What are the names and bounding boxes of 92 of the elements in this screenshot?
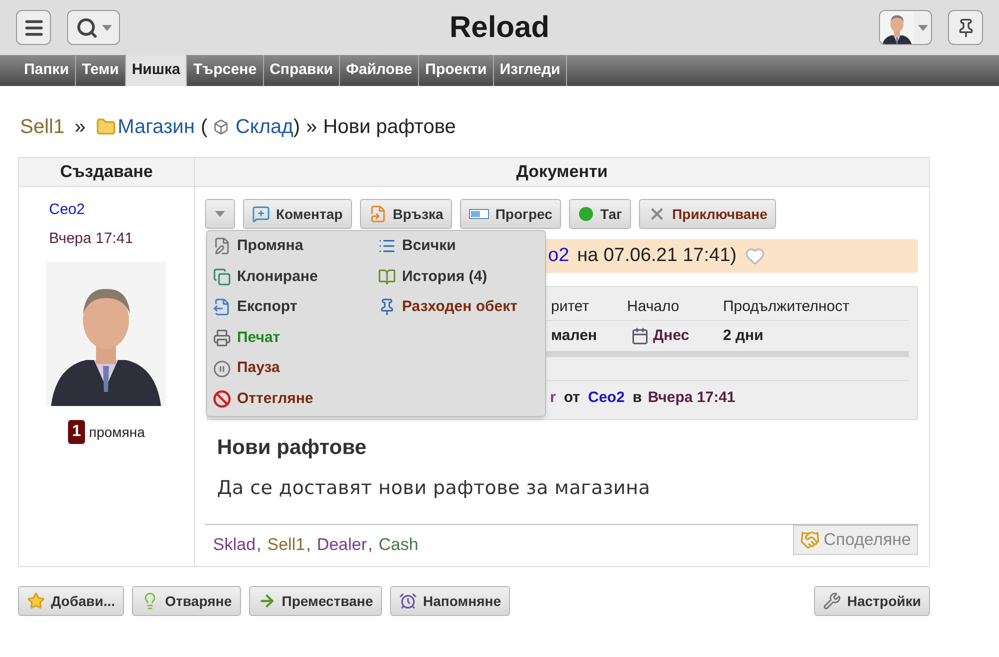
- app-title: Reload: [448, 10, 551, 46]
- folder-icon: [96, 117, 116, 137]
- book-icon: [378, 268, 396, 286]
- menu-item[interactable]: Промяна: [207, 231, 372, 262]
- column-header: Документи: [195, 158, 929, 187]
- tag-separator: ,: [368, 534, 373, 556]
- nav-tab[interactable]: Търсене: [187, 55, 264, 86]
- caret-icon: [918, 24, 928, 30]
- nav-tab[interactable]: Нишка: [126, 55, 188, 86]
- toolbar-button[interactable]: Връзка: [360, 199, 452, 229]
- nav-tab[interactable]: Справки: [264, 55, 340, 86]
- document-title: Нови рафтове: [217, 435, 368, 461]
- circle-icon: [578, 206, 594, 222]
- count-badge: 1: [68, 420, 85, 444]
- column-heading: Продължителност: [723, 297, 850, 318]
- pause-icon: [213, 360, 231, 378]
- menu-item[interactable]: Всички: [372, 231, 545, 262]
- speech-bubble-icon: [252, 205, 270, 223]
- author-link[interactable]: Ceo2: [588, 386, 625, 410]
- column-heading: ритет: [550, 297, 590, 318]
- caret-icon: [215, 211, 225, 217]
- action-button[interactable]: Отваряне: [132, 586, 241, 616]
- menu-item[interactable]: История (4): [372, 262, 545, 292]
- heart-icon: [744, 246, 765, 266]
- prohibited-icon: [213, 390, 231, 408]
- alarm-clock-icon: [399, 592, 418, 610]
- nav-tab[interactable]: Файлове: [340, 55, 420, 86]
- dropdown-button[interactable]: [205, 199, 235, 229]
- text-fragment: r: [550, 388, 556, 408]
- changes-label: промяна: [89, 422, 145, 442]
- parenthesis: ): [293, 115, 300, 140]
- tag-separator: ,: [256, 534, 262, 556]
- search-icon: [76, 16, 98, 38]
- breadcrumb-link[interactable]: Магазин: [118, 112, 195, 142]
- pin-button[interactable]: [948, 10, 983, 45]
- table-cell-text: Днес: [653, 326, 690, 346]
- breadcrumb-separator: »: [306, 115, 318, 140]
- calendar-icon: [631, 327, 649, 345]
- action-button[interactable]: Добави...: [18, 586, 124, 616]
- menu-item[interactable]: Експорт: [207, 292, 372, 323]
- progress-bar-icon: [469, 209, 490, 219]
- pencil-document-icon: [213, 237, 231, 256]
- breadcrumb-link[interactable]: Склад: [235, 112, 294, 142]
- action-button[interactable]: Преместване: [248, 586, 382, 616]
- copy-icon: [213, 268, 231, 286]
- breadcrumb-current: Нови рафтове: [323, 115, 456, 140]
- user-menu-button[interactable]: [879, 10, 932, 45]
- column-header: Създаване: [19, 158, 194, 187]
- nav-tab[interactable]: Изгледи: [494, 55, 568, 86]
- menu-button[interactable]: [16, 10, 51, 45]
- table-cell-text: мален: [550, 326, 597, 346]
- timestamp: Вчера 17:41: [648, 388, 736, 408]
- export-icon: [213, 298, 231, 316]
- caret-icon: [102, 24, 112, 30]
- box-icon: [213, 119, 230, 135]
- author-link[interactable]: Ceo2: [49, 199, 194, 222]
- menu-item[interactable]: Клониране: [207, 262, 372, 292]
- parenthesis: (: [200, 115, 208, 140]
- search-button[interactable]: [67, 10, 120, 45]
- document-icon: [368, 205, 387, 223]
- tag-link[interactable]: Dealer: [316, 532, 367, 558]
- nav-tab[interactable]: Проекти: [419, 55, 494, 86]
- tag-separator: ,: [306, 534, 311, 556]
- action-button[interactable]: Напомняне: [390, 586, 510, 616]
- tag-link[interactable]: Cash: [378, 532, 418, 558]
- breadcrumb-link[interactable]: Sell1: [20, 112, 64, 142]
- author-link[interactable]: o2: [548, 242, 570, 270]
- toolbar-button[interactable]: Прогрес: [460, 199, 562, 229]
- toolbar-button[interactable]: Таг: [569, 199, 632, 229]
- table-cell-text: 2 дни: [723, 326, 764, 346]
- at-label: в: [632, 388, 642, 408]
- toolbar-button[interactable]: Приключване: [639, 199, 776, 229]
- column-heading: Начало: [627, 297, 680, 318]
- pin-icon: [378, 298, 396, 316]
- timestamp: Вчера 17:41: [49, 228, 134, 248]
- document-description: Да се доставят нови рафтове за магазина: [217, 476, 652, 500]
- toolbar-button[interactable]: Коментар: [243, 199, 352, 229]
- notice-text: на 07.06.21 17:41): [577, 244, 737, 268]
- settings-button[interactable]: Настройки: [814, 586, 930, 616]
- tag-link[interactable]: Sklad: [213, 532, 256, 558]
- arrow-icon: [258, 592, 276, 610]
- tag-link[interactable]: Sell1: [267, 532, 306, 558]
- handshake-icon: [800, 530, 820, 550]
- menu-item[interactable]: Пауза: [207, 353, 372, 384]
- star-icon: [27, 592, 45, 610]
- breadcrumb-separator: »: [74, 115, 86, 140]
- by-label: от: [564, 388, 580, 408]
- nav-tab[interactable]: Папки: [18, 55, 76, 86]
- menu-item[interactable]: Разходен обект: [372, 292, 545, 323]
- printer-icon: [213, 329, 231, 348]
- menu-item[interactable]: Оттегляне: [207, 384, 372, 415]
- wrench-icon: [823, 592, 842, 610]
